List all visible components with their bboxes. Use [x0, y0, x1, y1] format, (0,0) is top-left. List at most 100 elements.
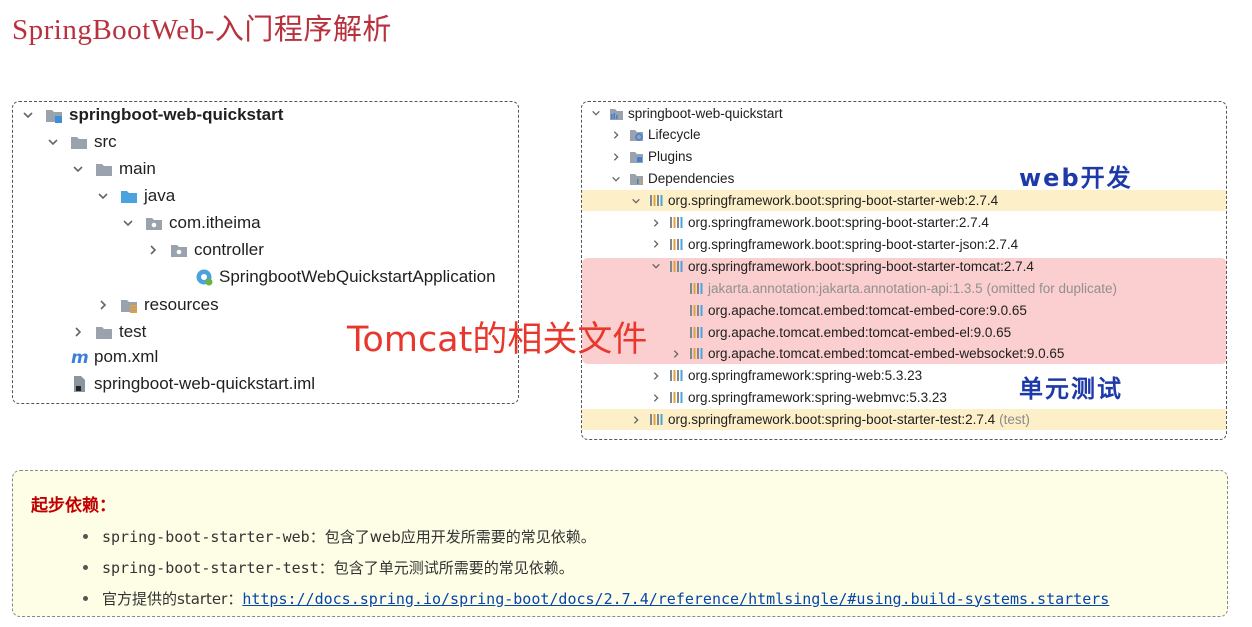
lifecycle-icon — [629, 127, 644, 142]
project-tree-item-test[interactable]: test — [71, 319, 146, 345]
maven-tree-item[interactable]: springboot-web-quickstart — [590, 103, 783, 123]
unit-test-annotation: 单元测试 — [1019, 375, 1123, 403]
folder-icon — [70, 133, 88, 151]
chevron-right-icon[interactable] — [146, 243, 160, 257]
project-tree-item-java[interactable]: java — [96, 183, 175, 209]
chevron-down-icon[interactable] — [630, 195, 642, 207]
page-title: SpringBootWeb-入门程序解析 — [12, 14, 392, 46]
bullet-starter-test: spring-boot-starter-test ：包含了单元测试所需要的常见依赖… — [83, 557, 574, 578]
bullet-dot — [83, 596, 88, 601]
maven-tree-item[interactable]: org.springframework.boot:spring-boot-sta… — [650, 234, 1018, 254]
chevron-right-icon[interactable] — [670, 348, 682, 360]
project-tree-item-resources[interactable]: resources — [96, 292, 219, 318]
project-tree-item-com-itheima[interactable]: com.itheima — [121, 210, 261, 236]
chevron-down-icon[interactable] — [610, 173, 622, 185]
bullet-text: 官方提供的starter： — [102, 590, 243, 608]
project-tree-item-main[interactable]: main — [71, 156, 156, 182]
maven-tree-label: Dependencies — [648, 171, 735, 187]
maven-tree-label: org.apache.tomcat.embed:tomcat-embed-cor… — [708, 302, 1027, 318]
bullet-text: ：包含了web应用开发所需要的常见依赖。 — [309, 528, 596, 546]
maven-icon: m — [70, 348, 88, 366]
maven-tree-item[interactable]: org.springframework.boot:spring-boot-sta… — [630, 410, 1030, 430]
library-icon — [669, 368, 684, 383]
project-tree-item-src[interactable]: src — [46, 129, 117, 155]
chevron-right-icon[interactable] — [610, 151, 622, 163]
chevron-right-icon[interactable] — [650, 238, 662, 250]
library-icon — [669, 259, 684, 274]
maven-tree-item[interactable]: Plugins — [610, 147, 692, 167]
maven-project-icon — [609, 106, 624, 121]
project-tree-label: SpringbootWebQuickstartApplication — [219, 267, 496, 286]
maven-tree-item[interactable]: Lifecycle — [610, 125, 701, 145]
maven-tree-label: Plugins — [648, 149, 693, 165]
maven-tree-item[interactable]: Dependencies — [610, 169, 734, 189]
project-tree-label: test — [119, 322, 147, 341]
maven-tree-item[interactable]: org.springframework:spring-web:5.3.23 — [650, 366, 922, 386]
chevron-down-icon[interactable] — [96, 189, 110, 203]
library-icon — [689, 303, 704, 318]
maven-tree-item[interactable]: org.springframework.boot:spring-boot-sta… — [630, 191, 998, 211]
maven-tree-label: org.apache.tomcat.embed:tomcat-embed-el:… — [708, 324, 1012, 340]
chevron-right-icon[interactable] — [630, 414, 642, 426]
module-folder-icon — [45, 106, 63, 124]
project-tree-label: main — [119, 159, 156, 178]
library-icon — [649, 412, 664, 427]
library-icon — [669, 215, 684, 230]
chevron-down-icon[interactable] — [590, 107, 602, 119]
bullet-text: ：包含了单元测试所需要的常见依赖。 — [318, 559, 574, 577]
spring-class-icon — [195, 268, 213, 286]
maven-tree-label: jakarta.annotation:jakarta.annotation-ap… — [708, 280, 1118, 296]
iml-file-icon — [70, 375, 88, 393]
chevron-down-icon[interactable] — [650, 260, 662, 272]
starters-docs-link[interactable]: https://docs.spring.io/spring-boot/docs/… — [242, 590, 1109, 608]
package-icon — [145, 214, 163, 232]
chevron-right-icon[interactable] — [610, 129, 622, 141]
library-icon — [649, 193, 664, 208]
project-tree-item-springbootwebquickstartapplication[interactable]: SpringbootWebQuickstartApplication — [171, 264, 496, 290]
dependencies-icon — [629, 171, 644, 186]
maven-tree-label: org.apache.tomcat.embed:tomcat-embed-web… — [708, 346, 1065, 362]
chevron-down-icon[interactable] — [46, 135, 60, 149]
maven-tree-item[interactable]: org.springframework:spring-webmvc:5.3.23 — [650, 388, 947, 408]
chevron-right-icon[interactable] — [650, 392, 662, 404]
maven-tree-label: springboot-web-quickstart — [628, 105, 783, 121]
project-tree-item-springboot-web-quickstart-iml[interactable]: springboot-web-quickstart.iml — [46, 371, 315, 397]
maven-tree-item[interactable]: org.springframework.boot:spring-boot-sta… — [650, 256, 1034, 276]
maven-tree-item[interactable]: org.apache.tomcat.embed:tomcat-embed-web… — [670, 344, 1064, 364]
bullet-dot — [83, 534, 88, 539]
chevron-right-icon[interactable] — [650, 217, 662, 229]
library-icon — [689, 281, 704, 296]
maven-tree-label: org.springframework.boot:spring-boot-sta… — [668, 193, 999, 209]
maven-tree-label: org.springframework.boot:spring-boot-sta… — [688, 215, 989, 230]
tomcat-files-annotation: Tomcat的相关文件 — [347, 320, 648, 360]
maven-tree-label: org.springframework:spring-webmvc:5.3.23 — [688, 390, 947, 406]
bullet-code: spring-boot-starter-test — [102, 558, 319, 577]
chevron-down-icon[interactable] — [121, 216, 135, 230]
project-tree-label: springboot-web-quickstart.iml — [94, 374, 316, 393]
library-icon — [689, 325, 704, 340]
library-icon — [669, 390, 684, 405]
library-icon — [669, 237, 684, 252]
chevron-down-icon[interactable] — [71, 162, 85, 176]
project-tree-item-pom-xml[interactable]: m pom.xml — [46, 344, 158, 370]
maven-tree-item[interactable]: org.apache.tomcat.embed:tomcat-embed-cor… — [670, 300, 1027, 320]
project-tree-item-controller[interactable]: controller — [146, 237, 264, 263]
maven-tree-item[interactable]: org.apache.tomcat.embed:tomcat-embed-el:… — [670, 322, 1011, 342]
folder-icon — [95, 323, 113, 341]
info-title: 起步依赖： — [31, 496, 116, 516]
source-folder-icon — [120, 187, 138, 205]
maven-tree-item[interactable]: org.springframework.boot:spring-boot-sta… — [650, 213, 989, 233]
maven-tree-label: org.springframework:spring-web:5.3.23 — [688, 368, 923, 384]
chevron-right-icon[interactable] — [650, 370, 662, 382]
info-box: 起步依赖： spring-boot-starter-web ：包含了web应用开发… — [12, 470, 1228, 617]
bullet-starter-web: spring-boot-starter-web ：包含了web应用开发所需要的常见… — [83, 526, 596, 547]
chevron-right-icon[interactable] — [71, 325, 85, 339]
project-tree-label: pom.xml — [94, 347, 159, 366]
project-tree-label: controller — [194, 240, 264, 259]
project-tree-item-springboot-web-quickstart[interactable]: springboot-web-quickstart — [21, 102, 283, 128]
maven-tree-label: org.springframework.boot:spring-boot-sta… — [688, 236, 1019, 252]
chevron-down-icon[interactable] — [21, 108, 35, 122]
chevron-right-icon[interactable] — [96, 298, 110, 312]
project-tree-label: com.itheima — [169, 213, 261, 232]
maven-tree-item[interactable]: jakarta.annotation:jakarta.annotation-ap… — [670, 278, 1117, 298]
